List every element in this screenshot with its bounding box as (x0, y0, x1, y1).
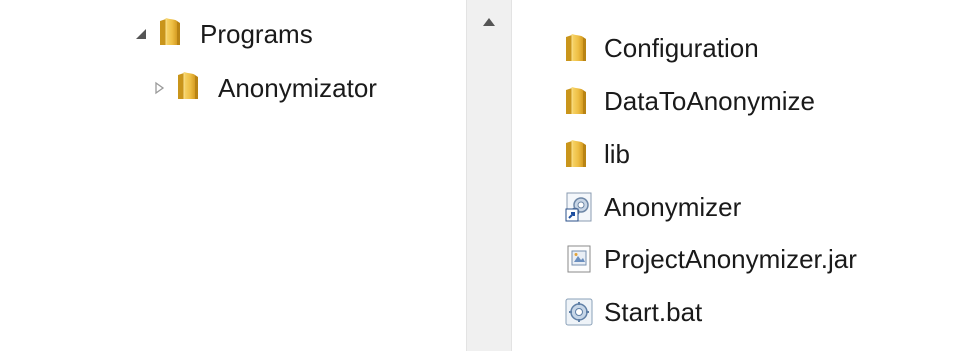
file-item-configuration[interactable]: Configuration (562, 26, 759, 70)
folder-icon (562, 137, 596, 171)
file-list-pane: Configuration DataToAnonymize lib Anonym… (512, 0, 980, 351)
file-item-start-bat[interactable]: Start.bat (562, 290, 702, 334)
folder-icon (562, 31, 596, 65)
collapsed-arrow-icon[interactable] (150, 79, 168, 97)
folder-icon (562, 84, 596, 118)
file-name: ProjectAnonymizer.jar (604, 243, 857, 274)
batch-file-icon (562, 295, 596, 329)
tree-item-programs[interactable]: Programs (132, 12, 313, 56)
file-name: Start.bat (604, 296, 703, 327)
tree-item-anonymizator[interactable]: Anonymizator (150, 66, 377, 110)
file-name: lib (604, 138, 631, 169)
scroll-up-arrow-icon[interactable] (467, 0, 511, 44)
file-name: Anonymizer (604, 191, 742, 222)
file-item-lib[interactable]: lib (562, 132, 630, 176)
file-item-datatoanonymize[interactable]: DataToAnonymize (562, 79, 815, 123)
file-item-projectanonymizer-jar[interactable]: ProjectAnonymizer.jar (562, 237, 857, 281)
explorer-window: Programs Anonymizator Configuration Data… (0, 0, 980, 351)
file-item-anonymizer[interactable]: Anonymizer (562, 185, 741, 229)
shortcut-icon (562, 190, 596, 224)
expanded-arrow-icon[interactable] (132, 25, 150, 43)
navigation-pane: Programs Anonymizator (0, 0, 466, 351)
jar-file-icon (562, 242, 596, 276)
folder-icon (156, 15, 190, 54)
tree-item-label: Programs (200, 18, 313, 49)
tree-item-label: Anonymizator (218, 72, 377, 103)
nav-scrollbar[interactable] (466, 0, 512, 351)
file-name: Configuration (604, 32, 759, 63)
file-name: DataToAnonymize (604, 85, 815, 116)
folder-icon (174, 69, 208, 108)
